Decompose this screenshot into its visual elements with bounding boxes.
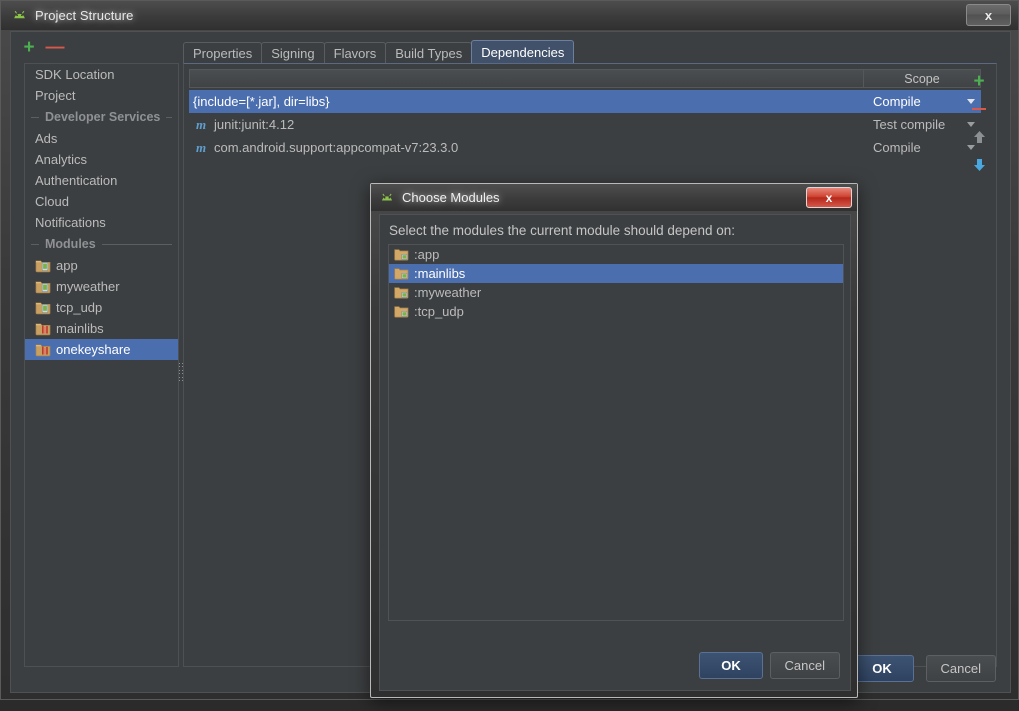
- scope-value: Compile: [873, 140, 921, 155]
- sidebar-item-sdk-location[interactable]: SDK Location: [25, 64, 178, 85]
- module-label: :app: [414, 247, 440, 262]
- sidebar-section-label: Modules: [45, 237, 96, 251]
- add-dependency-icon[interactable]: +: [967, 69, 991, 93]
- remove-dependency-icon[interactable]: [967, 97, 991, 121]
- sidebar-item-ads[interactable]: Ads: [25, 128, 178, 149]
- module-settings-tabs[interactable]: Properties Signing Flavors Build Types Depen…: [183, 40, 575, 64]
- move-down-icon[interactable]: [967, 153, 991, 177]
- android-studio-icon: [379, 190, 395, 206]
- list-item[interactable]: :tcp_udp: [389, 302, 843, 321]
- main-window-title: Project Structure: [35, 8, 134, 23]
- column-header-name[interactable]: [190, 70, 864, 87]
- scope-dropdown[interactable]: Compile: [865, 94, 981, 109]
- sidebar-item-label: tcp_udp: [56, 300, 103, 315]
- sidebar-item-label: mainlibs: [56, 321, 104, 336]
- dialog-prompt-label: Select the modules the current module sh…: [389, 223, 735, 238]
- main-window-titlebar[interactable]: Project Structure x: [1, 1, 1018, 30]
- sidebar-item-mainlibs[interactable]: mainlibs: [25, 318, 178, 339]
- add-module-button[interactable]: +: [16, 36, 42, 60]
- module-label: :myweather: [414, 285, 482, 300]
- sidebar-item-label: Cloud: [35, 194, 69, 209]
- android-module-icon: [35, 300, 51, 315]
- table-row[interactable]: {include=[*.jar], dir=libs} Compile: [189, 90, 981, 113]
- android-library-icon: [35, 321, 51, 336]
- dependencies-table-header: Scope: [189, 69, 981, 88]
- sidebar-item-label: Analytics: [35, 152, 88, 167]
- sidebar-item-label: Ads: [35, 131, 58, 146]
- dependency-name-cell: m com.android.support:appcompat-v7:23.3.0: [189, 140, 865, 156]
- dependency-name-label: junit:junit:4.12: [214, 117, 295, 132]
- tab-signing[interactable]: Signing: [261, 42, 325, 64]
- dialog-cancel-button[interactable]: Cancel: [769, 652, 840, 679]
- sidebar-item-onekeyshare[interactable]: onekeyshare: [25, 339, 178, 360]
- main-cancel-button[interactable]: Cancel: [925, 655, 996, 682]
- tab-dependencies[interactable]: Dependencies: [471, 40, 575, 64]
- sidebar-section-modules: Modules: [25, 233, 178, 255]
- dialog-close-button[interactable]: x: [806, 187, 852, 208]
- sidebar-item-notifications[interactable]: Notifications: [25, 212, 178, 233]
- module-label: :mainlibs: [414, 266, 466, 281]
- maven-icon: m: [195, 139, 207, 155]
- scope-value: Test compile: [873, 117, 946, 132]
- remove-module-button[interactable]: —: [42, 36, 68, 60]
- tab-flavors[interactable]: Flavors: [323, 42, 387, 64]
- sidebar-item-myweather[interactable]: myweather: [25, 276, 178, 297]
- main-ok-button[interactable]: OK: [850, 655, 914, 682]
- list-item[interactable]: :myweather: [389, 283, 843, 302]
- android-module-icon: [35, 279, 51, 294]
- sidebar-item-authentication[interactable]: Authentication: [25, 170, 178, 191]
- sidebar-item-label: myweather: [56, 279, 120, 294]
- sidebar-item-label: Authentication: [35, 173, 118, 188]
- tab-properties[interactable]: Properties: [183, 42, 263, 64]
- sidebar-item-cloud[interactable]: Cloud: [25, 191, 178, 212]
- table-row[interactable]: m junit:junit:4.12 Test compile: [189, 113, 981, 136]
- scope-dropdown[interactable]: Compile: [865, 140, 981, 155]
- module-label: :tcp_udp: [414, 304, 464, 319]
- project-structure-sidebar[interactable]: SDK Location Project Developer Services Ads…: [24, 63, 179, 667]
- dialog-body: Select the modules the current module sh…: [379, 214, 851, 691]
- sidebar-item-tcp_udp[interactable]: tcp_udp: [25, 297, 178, 318]
- dependency-name-cell: {include=[*.jar], dir=libs}: [189, 94, 865, 109]
- sidebar-item-label: onekeyshare: [56, 342, 131, 357]
- android-studio-icon: [11, 7, 28, 24]
- dependency-name-label: {include=[*.jar], dir=libs}: [193, 94, 330, 109]
- module-folder-icon: [394, 248, 409, 261]
- list-item[interactable]: :app: [389, 245, 843, 264]
- sidebar-section-label: Developer Services: [45, 110, 161, 124]
- choose-modules-dialog: Choose Modules x Select the modules the …: [370, 183, 858, 698]
- dialog-title: Choose Modules: [402, 190, 500, 205]
- dependency-name-label: com.android.support:appcompat-v7:23.3.0: [214, 140, 459, 155]
- scope-dropdown[interactable]: Test compile: [865, 117, 981, 132]
- sidebar-item-project[interactable]: Project: [25, 85, 178, 106]
- sidebar-item-label: app: [56, 258, 78, 273]
- tab-build-types[interactable]: Build Types: [385, 42, 473, 64]
- android-library-icon: [35, 342, 51, 357]
- dialog-titlebar[interactable]: Choose Modules x: [371, 184, 857, 211]
- dialog-ok-button[interactable]: OK: [699, 652, 763, 679]
- sidebar-item-label: SDK Location: [35, 67, 115, 82]
- modules-list[interactable]: :app :mainlibs :myweather :tcp_udp: [388, 244, 844, 621]
- module-folder-icon: [394, 305, 409, 318]
- sidebar-section-developer-services: Developer Services: [25, 106, 178, 128]
- table-row[interactable]: m com.android.support:appcompat-v7:23.3.0…: [189, 136, 981, 159]
- sidebar-item-label: Notifications: [35, 215, 106, 230]
- dependencies-side-toolbar[interactable]: +: [966, 69, 992, 199]
- dependency-name-cell: m junit:junit:4.12: [189, 117, 865, 133]
- sidebar-item-label: Project: [35, 88, 76, 103]
- list-item[interactable]: :mainlibs: [389, 264, 843, 283]
- sidebar-toolbar: + —: [16, 34, 171, 61]
- sidebar-item-app[interactable]: app: [25, 255, 178, 276]
- module-folder-icon: [394, 286, 409, 299]
- column-header-scope[interactable]: Scope: [864, 70, 980, 87]
- main-window-close-button[interactable]: x: [966, 4, 1011, 26]
- module-folder-icon: [394, 267, 409, 280]
- move-up-icon: [967, 125, 991, 149]
- android-module-icon: [35, 258, 51, 273]
- scope-value: Compile: [873, 94, 921, 109]
- sidebar-item-analytics[interactable]: Analytics: [25, 149, 178, 170]
- maven-icon: m: [195, 116, 207, 132]
